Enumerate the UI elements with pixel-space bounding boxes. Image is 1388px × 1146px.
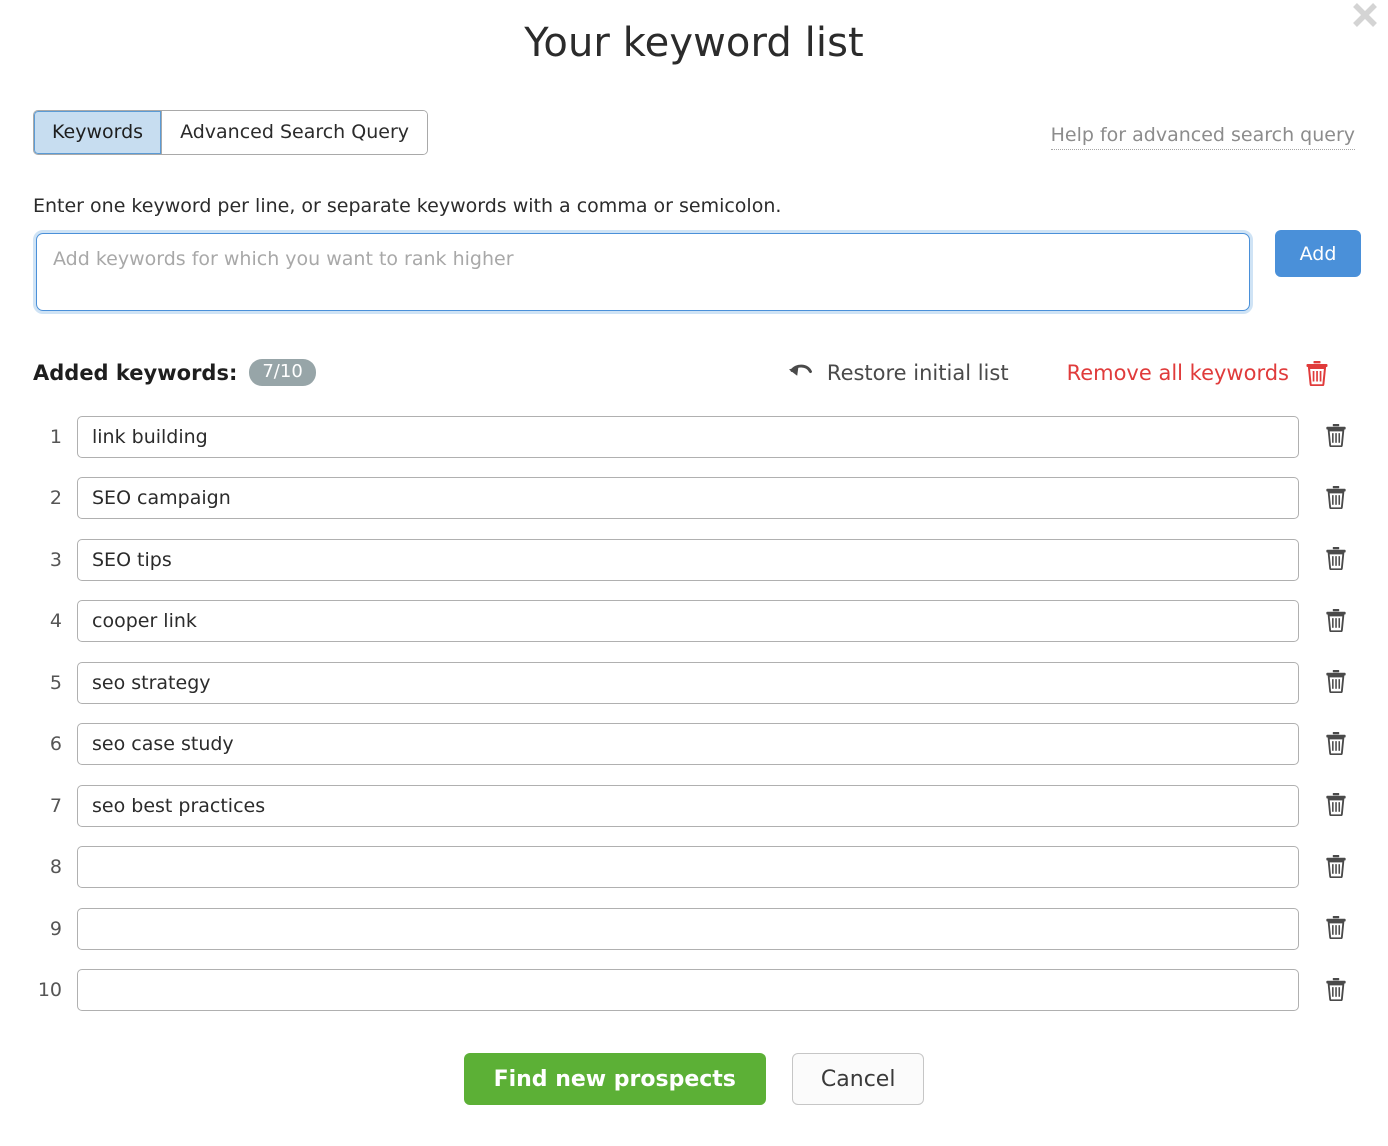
modal-content: Keywords Advanced Search Query Help for … (0, 110, 1388, 1105)
find-new-prospects-button[interactable]: Find new prospects (464, 1053, 766, 1105)
keyword-row: 1 (33, 406, 1355, 468)
tab-advanced-search-query[interactable]: Advanced Search Query (162, 111, 427, 154)
trash-icon (1325, 915, 1347, 942)
page-title: Your keyword list (0, 0, 1388, 66)
keyword-count-badge: 7/10 (249, 359, 315, 386)
delete-keyword-button[interactable] (1321, 422, 1351, 452)
trash-icon (1325, 608, 1347, 635)
delete-keyword-button[interactable] (1321, 483, 1351, 513)
cancel-button[interactable]: Cancel (792, 1053, 925, 1105)
tab-group: Keywords Advanced Search Query (33, 110, 428, 155)
trash-icon (1305, 360, 1329, 386)
keyword-input[interactable] (77, 539, 1299, 581)
added-keywords-header: Added keywords: 7/10 Restore initial lis… (33, 359, 1355, 386)
trash-icon (1325, 423, 1347, 450)
tab-keywords[interactable]: Keywords (34, 111, 161, 154)
undo-arrow-icon (787, 361, 815, 385)
keyword-row: 9 (33, 898, 1355, 960)
keyword-row-number: 1 (33, 426, 67, 448)
keyword-input[interactable] (77, 723, 1299, 765)
keyword-row-number: 10 (33, 979, 67, 1001)
close-button[interactable] (1344, 0, 1386, 36)
remove-all-keywords-label: Remove all keywords (1067, 361, 1289, 385)
keyword-list: 1 2 (33, 406, 1355, 1021)
instructions-text: Enter one keyword per line, or separate … (33, 195, 1355, 217)
keyword-row: 6 (33, 714, 1355, 776)
keyword-input[interactable] (77, 600, 1299, 642)
help-advanced-search-query-link[interactable]: Help for advanced search query (1051, 124, 1355, 150)
keyword-input[interactable] (77, 477, 1299, 519)
delete-keyword-button[interactable] (1321, 791, 1351, 821)
keyword-input[interactable] (77, 785, 1299, 827)
keyword-row-number: 6 (33, 733, 67, 755)
delete-keyword-button[interactable] (1321, 668, 1351, 698)
trash-icon (1325, 854, 1347, 881)
trash-icon (1325, 977, 1347, 1004)
keyword-row: 4 (33, 591, 1355, 653)
delete-keyword-button[interactable] (1321, 729, 1351, 759)
keyword-row-number: 4 (33, 610, 67, 632)
keyword-row: 3 (33, 529, 1355, 591)
delete-keyword-button[interactable] (1321, 545, 1351, 575)
keyword-input[interactable] (77, 416, 1299, 458)
trash-icon (1325, 485, 1347, 512)
keywords-textarea[interactable] (36, 233, 1250, 311)
keyword-row-number: 7 (33, 795, 67, 817)
keyword-input[interactable] (77, 662, 1299, 704)
delete-keyword-button[interactable] (1321, 914, 1351, 944)
keyword-input[interactable] (77, 969, 1299, 1011)
keyword-row-number: 8 (33, 856, 67, 878)
keyword-row-number: 3 (33, 549, 67, 571)
remove-all-keywords-button[interactable]: Remove all keywords (1067, 360, 1329, 386)
keyword-row: 8 (33, 837, 1355, 899)
trash-icon (1325, 731, 1347, 758)
delete-keyword-button[interactable] (1321, 852, 1351, 882)
keyword-row-number: 9 (33, 918, 67, 940)
footer-actions: Find new prospects Cancel (33, 1053, 1355, 1105)
trash-icon (1325, 669, 1347, 696)
keyword-row-number: 2 (33, 487, 67, 509)
restore-initial-list-button[interactable]: Restore initial list (787, 361, 1009, 385)
tab-row: Keywords Advanced Search Query Help for … (33, 110, 1355, 155)
restore-initial-list-label: Restore initial list (827, 361, 1009, 385)
keyword-input[interactable] (77, 846, 1299, 888)
keyword-row-number: 5 (33, 672, 67, 694)
added-keywords-label: Added keywords: (33, 361, 237, 385)
close-icon (1344, 0, 1386, 36)
trash-icon (1325, 546, 1347, 573)
keyword-row: 10 (33, 960, 1355, 1022)
keyword-row: 2 (33, 468, 1355, 530)
add-button[interactable]: Add (1275, 230, 1361, 277)
add-keywords-row: Add (33, 230, 1355, 314)
delete-keyword-button[interactable] (1321, 606, 1351, 636)
keyword-row: 7 (33, 775, 1355, 837)
trash-icon (1325, 792, 1347, 819)
keywords-textarea-wrapper (33, 230, 1253, 314)
keyword-row: 5 (33, 652, 1355, 714)
keyword-input[interactable] (77, 908, 1299, 950)
delete-keyword-button[interactable] (1321, 975, 1351, 1005)
